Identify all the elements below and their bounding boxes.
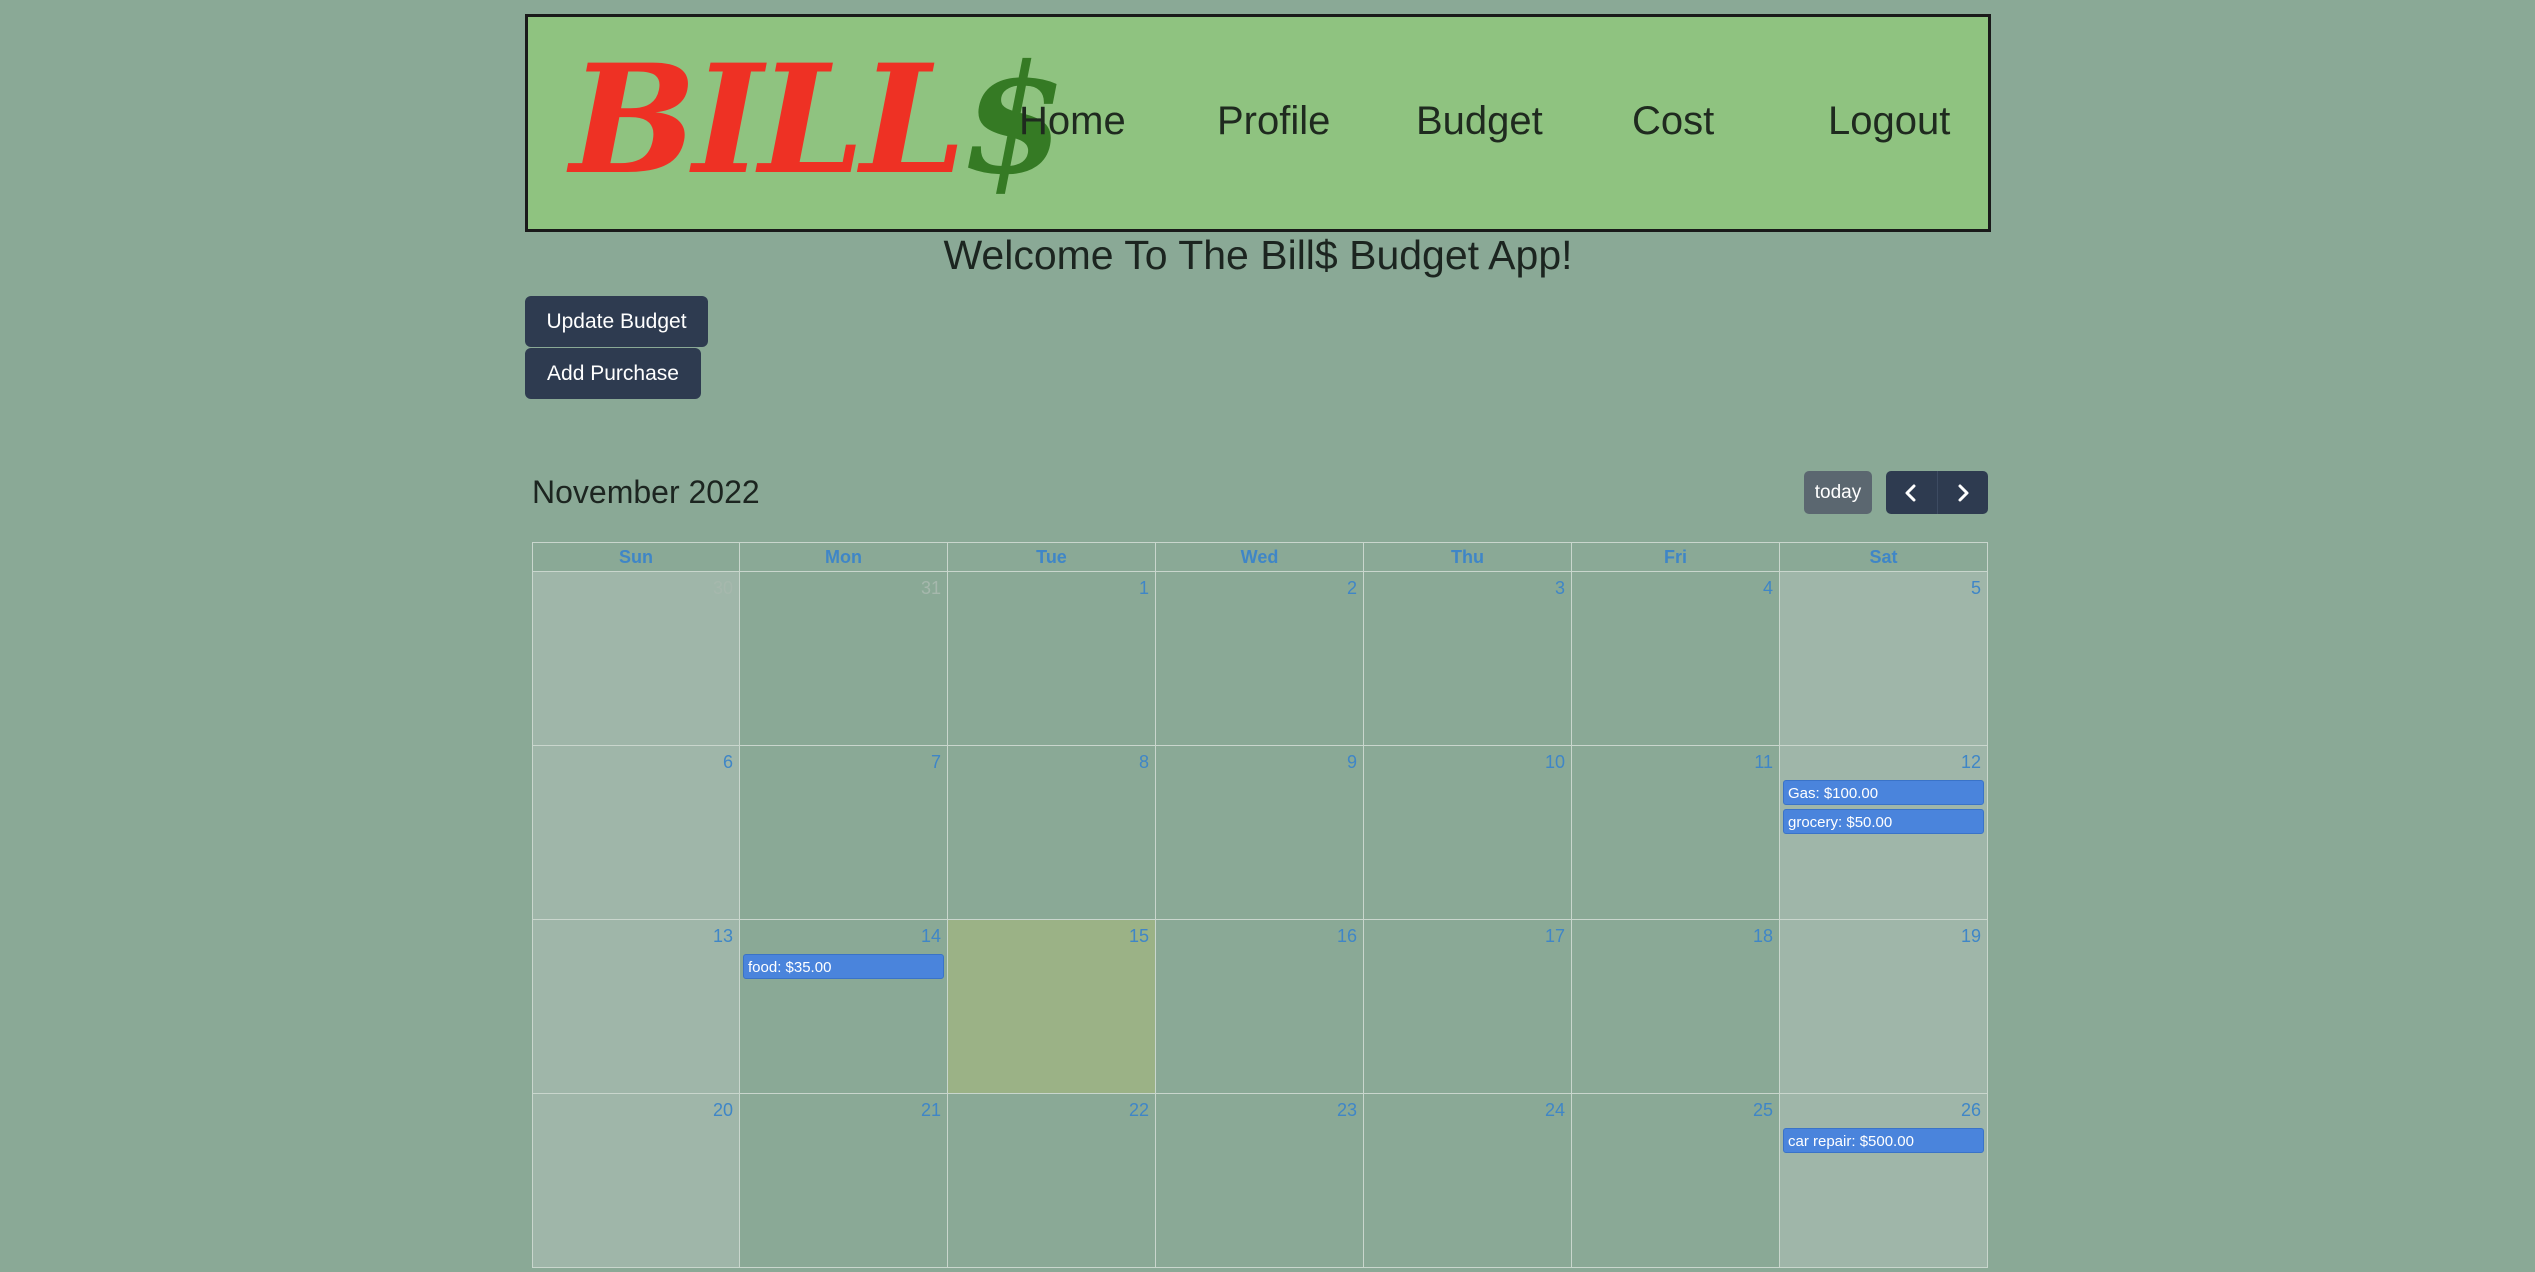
- day-number[interactable]: 31: [921, 578, 941, 599]
- chevron-right-icon: [1958, 484, 1969, 501]
- day-number[interactable]: 3: [1555, 578, 1565, 599]
- nav-logout-link[interactable]: Logout: [1828, 99, 1950, 144]
- day-number[interactable]: 10: [1545, 752, 1565, 773]
- day-number[interactable]: 12: [1961, 752, 1981, 773]
- day-number[interactable]: 2: [1347, 578, 1357, 599]
- day-number[interactable]: 25: [1753, 1100, 1773, 1121]
- calendar-day[interactable]: 21: [740, 1094, 948, 1268]
- prev-month-button[interactable]: [1886, 471, 1937, 514]
- weekday-header-wed: Wed: [1156, 542, 1364, 572]
- calendar-month-title: November 2022: [532, 474, 760, 510]
- day-number[interactable]: 26: [1961, 1100, 1981, 1121]
- day-number[interactable]: 1: [1139, 578, 1149, 599]
- weekday-header-fri: Fri: [1572, 542, 1780, 572]
- day-number[interactable]: 18: [1753, 926, 1773, 947]
- today-button[interactable]: today: [1804, 471, 1872, 514]
- weekday-header-tue: Tue: [948, 542, 1156, 572]
- nav-cost-link[interactable]: Cost: [1632, 99, 1714, 144]
- day-number[interactable]: 14: [921, 926, 941, 947]
- nav-budget-link[interactable]: Budget: [1416, 99, 1543, 144]
- day-number[interactable]: 4: [1763, 578, 1773, 599]
- calendar-day-today[interactable]: 15: [948, 920, 1156, 1094]
- nav-home-link[interactable]: Home: [1019, 99, 1126, 144]
- weekday-header-sat: Sat: [1780, 542, 1988, 572]
- app: BILL$ Home Profile Budget Cost Logout We…: [0, 0, 2535, 1272]
- day-number[interactable]: 6: [723, 752, 733, 773]
- calendar-day[interactable]: 19: [1780, 920, 1988, 1094]
- logo-text: BILL: [570, 32, 966, 208]
- bills-logo[interactable]: BILL$: [570, 32, 1066, 208]
- day-number[interactable]: 7: [931, 752, 941, 773]
- calendar-day[interactable]: 2: [1156, 572, 1364, 746]
- calendar-day[interactable]: 5: [1780, 572, 1988, 746]
- day-number[interactable]: 23: [1337, 1100, 1357, 1121]
- calendar-day[interactable]: 6: [532, 746, 740, 920]
- calendar-nav-group: [1886, 471, 1988, 514]
- day-number[interactable]: 8: [1139, 752, 1149, 773]
- calendar-day[interactable]: 30: [532, 572, 740, 746]
- chevron-left-icon: [1905, 484, 1916, 501]
- update-budget-button[interactable]: Update Budget: [525, 296, 708, 347]
- calendar-day[interactable]: 3: [1364, 572, 1572, 746]
- calendar-day[interactable]: 24: [1364, 1094, 1572, 1268]
- day-number[interactable]: 17: [1545, 926, 1565, 947]
- calendar-event[interactable]: car repair: $500.00: [1783, 1128, 1984, 1153]
- day-number[interactable]: 15: [1129, 926, 1149, 947]
- calendar-day[interactable]: 23: [1156, 1094, 1364, 1268]
- calendar-day[interactable]: 26 car repair: $500.00: [1780, 1094, 1988, 1268]
- day-number[interactable]: 21: [921, 1100, 941, 1121]
- weekday-header-mon: Mon: [740, 542, 948, 572]
- day-number[interactable]: 22: [1129, 1100, 1149, 1121]
- day-number[interactable]: 20: [713, 1100, 733, 1121]
- calendar-week-row: 20 21 22 23 24 25 26 car repair: $500.00: [532, 1094, 1988, 1268]
- calendar-day[interactable]: 17: [1364, 920, 1572, 1094]
- next-month-button[interactable]: [1936, 471, 1989, 514]
- calendar-day[interactable]: 18: [1572, 920, 1780, 1094]
- day-number[interactable]: 5: [1971, 578, 1981, 599]
- calendar-day[interactable]: 7: [740, 746, 948, 920]
- day-number[interactable]: 24: [1545, 1100, 1565, 1121]
- day-number[interactable]: 30: [713, 578, 733, 599]
- calendar-day[interactable]: 9: [1156, 746, 1364, 920]
- calendar-day[interactable]: 31: [740, 572, 948, 746]
- calendar-day[interactable]: 25: [1572, 1094, 1780, 1268]
- calendar-day[interactable]: 13: [532, 920, 740, 1094]
- calendar-week-row: 13 14 food: $35.00 15 16 17 18 19: [532, 920, 1988, 1094]
- calendar-day[interactable]: 1: [948, 572, 1156, 746]
- nav-profile-link[interactable]: Profile: [1217, 99, 1330, 144]
- day-number[interactable]: 13: [713, 926, 733, 947]
- calendar-day[interactable]: 10: [1364, 746, 1572, 920]
- calendar-day[interactable]: 22: [948, 1094, 1156, 1268]
- day-number[interactable]: 16: [1337, 926, 1357, 947]
- day-number[interactable]: 11: [1754, 752, 1773, 773]
- calendar-day[interactable]: 14 food: $35.00: [740, 920, 948, 1094]
- calendar-event[interactable]: food: $35.00: [743, 954, 944, 979]
- weekday-header-sun: Sun: [532, 542, 740, 572]
- add-purchase-button[interactable]: Add Purchase: [525, 348, 701, 399]
- calendar-day[interactable]: 12 Gas: $100.00 grocery: $50.00: [1780, 746, 1988, 920]
- site-header: BILL$ Home Profile Budget Cost Logout: [525, 14, 1991, 232]
- calendar-week-row: 6 7 8 9 10 11 12 Gas: $100.00 grocery: $50.00: [532, 746, 1988, 920]
- weekday-header-thu: Thu: [1364, 542, 1572, 572]
- calendar-day[interactable]: 16: [1156, 920, 1364, 1094]
- welcome-heading: Welcome To The Bill$ Budget App!: [943, 232, 1573, 278]
- calendar-event[interactable]: Gas: $100.00: [1783, 780, 1984, 805]
- calendar-day[interactable]: 8: [948, 746, 1156, 920]
- calendar-grid: Sun Mon Tue Wed Thu Fri Sat 30 31 1 2 3 4 5 6 7 8 9 10 11 1…: [532, 542, 1988, 1268]
- calendar-day[interactable]: 11: [1572, 746, 1780, 920]
- weekday-header-row: Sun Mon Tue Wed Thu Fri Sat: [532, 542, 1988, 572]
- day-number[interactable]: 19: [1961, 926, 1981, 947]
- calendar-event[interactable]: grocery: $50.00: [1783, 809, 1984, 834]
- calendar-week-row: 30 31 1 2 3 4 5: [532, 572, 1988, 746]
- day-number[interactable]: 9: [1347, 752, 1357, 773]
- calendar-day[interactable]: 20: [532, 1094, 740, 1268]
- calendar-day[interactable]: 4: [1572, 572, 1780, 746]
